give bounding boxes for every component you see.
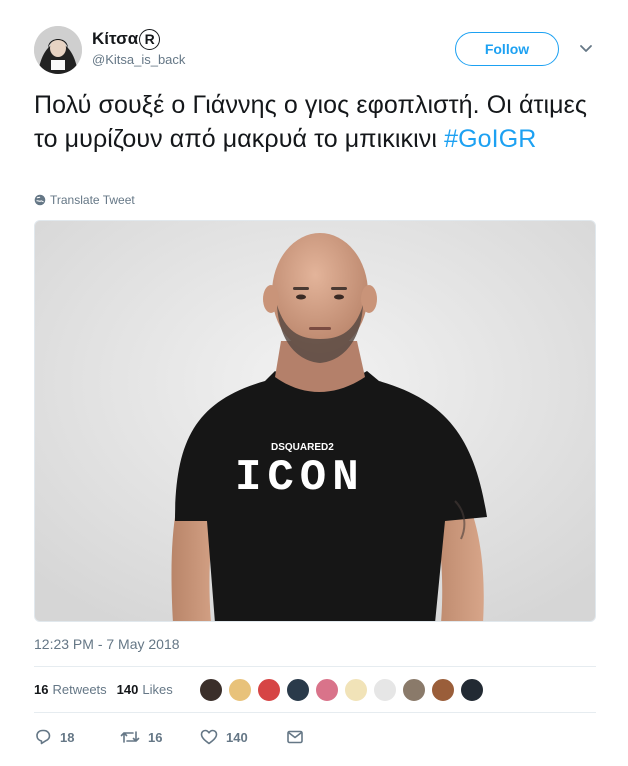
liker-avatar[interactable] <box>257 678 281 702</box>
reply-button[interactable]: 18 <box>34 729 120 745</box>
likes-stat[interactable]: 140 Likes <box>117 682 173 697</box>
user-handle[interactable]: @Kitsa_is_back <box>92 51 185 69</box>
likes-label: Likes <box>142 681 173 697</box>
retweets-count: 16 <box>34 681 49 697</box>
retweets-label: Retweets <box>52 681 107 697</box>
liker-avatar[interactable] <box>228 678 252 702</box>
liker-avatar[interactable] <box>199 678 223 702</box>
tweet-timestamp[interactable]: 12:23 PM - 7 May 2018 <box>34 636 180 652</box>
photo-image: DSQUARED2 ICON <box>35 221 595 621</box>
shirt-icon-text: ICON <box>235 453 365 503</box>
follow-button[interactable]: Follow <box>455 32 559 66</box>
reply-count: 18 <box>60 729 75 745</box>
display-name-text: Κίτσα <box>92 29 139 48</box>
retweet-icon <box>120 731 140 743</box>
direct-message-button[interactable] <box>286 729 312 745</box>
avatar-photo-icon <box>34 26 82 74</box>
envelope-icon <box>287 730 303 744</box>
reply-icon <box>36 729 51 745</box>
tweet-stats: 16 Retweets 140 Likes <box>34 678 183 700</box>
heart-icon <box>200 729 218 745</box>
tweet-photo[interactable]: DSQUARED2 ICON <box>34 220 596 622</box>
tweet-actions: 18 16 140 <box>34 726 312 748</box>
registered-badge: R <box>139 28 161 50</box>
likers-avatars <box>199 678 489 702</box>
translate-tweet-link[interactable]: Translate Tweet <box>34 193 135 207</box>
chevron-down-icon[interactable] <box>578 40 594 56</box>
liker-avatar[interactable] <box>402 678 426 702</box>
liker-avatar[interactable] <box>431 678 455 702</box>
liker-avatar[interactable] <box>315 678 339 702</box>
retweets-stat[interactable]: 16 Retweets <box>34 682 107 697</box>
translate-label: Translate Tweet <box>50 193 135 207</box>
liker-avatar[interactable] <box>286 678 310 702</box>
likes-count: 140 <box>116 681 139 697</box>
shirt-brand-text: DSQUARED2 <box>271 442 334 453</box>
hashtag-link[interactable]: #GoIGR <box>444 125 536 153</box>
globe-icon <box>34 194 46 206</box>
like-count: 140 <box>226 729 248 745</box>
tweet-text: Πολύ σουξέ ο Γιάννης ο γιος εφοπλιστή. Ο… <box>34 88 604 156</box>
user-display-name[interactable]: Κίτσα R <box>92 28 185 50</box>
like-button[interactable]: 140 <box>200 729 286 745</box>
retweet-count: 16 <box>148 729 163 745</box>
liker-avatar[interactable] <box>373 678 397 702</box>
retweet-button[interactable]: 16 <box>120 729 200 745</box>
tweet-header: Κίτσα R @Kitsa_is_back Follow <box>34 24 596 76</box>
liker-avatar[interactable] <box>460 678 484 702</box>
user-avatar[interactable] <box>34 26 82 74</box>
divider-top <box>34 666 596 667</box>
liker-avatar[interactable] <box>344 678 368 702</box>
divider-bottom <box>34 712 596 713</box>
